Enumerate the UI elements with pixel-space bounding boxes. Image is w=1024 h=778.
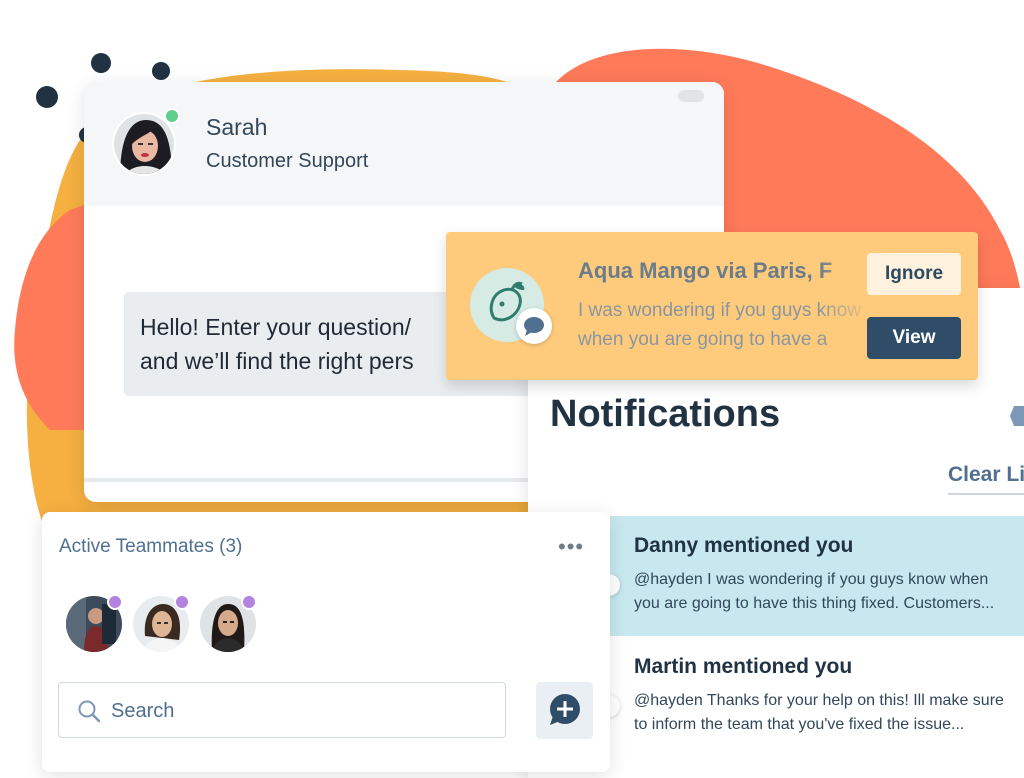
notification-text: you are going to have this thing fixed. …: [634, 595, 995, 612]
clear-list-link[interactable]: Clear Lis: [948, 463, 1024, 495]
status-dot: [241, 594, 257, 610]
more-icon[interactable]: •••: [558, 534, 584, 560]
notification-title: Martin mentioned you: [634, 655, 853, 678]
notification-text: @hayden I was wondering if you guys know…: [634, 571, 989, 588]
window-handle[interactable]: [678, 90, 704, 102]
ignore-button[interactable]: Ignore: [867, 253, 961, 295]
orange-blob-left: [14, 205, 84, 430]
notification-title: Danny mentioned you: [634, 534, 854, 557]
dot: [36, 86, 58, 108]
agent-role: Customer Support: [206, 150, 369, 172]
status-dot: [174, 594, 190, 610]
agent-name: Sarah: [206, 114, 268, 140]
notification-item[interactable]: Danny mentioned you @hayden I was wonder…: [598, 516, 1024, 636]
notification-text: to inform the team that you've fixed the…: [634, 716, 965, 733]
chat-header: Sarah Customer Support: [84, 82, 724, 206]
view-button[interactable]: View: [867, 317, 961, 359]
add-chat-icon: [550, 694, 580, 725]
search-icon: [78, 700, 101, 723]
notifications-title: Notifications: [550, 393, 781, 435]
notification-item[interactable]: Martin mentioned you @hayden Thanks for …: [598, 637, 1024, 757]
chat-badge: [516, 308, 552, 344]
search-input[interactable]: [109, 693, 493, 729]
online-status-dot: [164, 108, 180, 124]
add-chat-button[interactable]: [536, 682, 593, 739]
search-box[interactable]: [58, 682, 506, 738]
dot: [91, 53, 111, 73]
chat-bubble-icon: [524, 317, 544, 336]
status-dot: [107, 594, 123, 610]
toast-notification: Aqua Mango via Paris, F I was wondering …: [446, 232, 978, 380]
notification-text: @hayden Thanks for your help on this! Il…: [634, 692, 1004, 709]
teammates-panel: Active Teammates (3) •••: [42, 512, 610, 772]
teammates-title: Active Teammates (3): [59, 536, 243, 557]
gear-icon[interactable]: [1006, 404, 1024, 428]
dot: [152, 62, 170, 80]
